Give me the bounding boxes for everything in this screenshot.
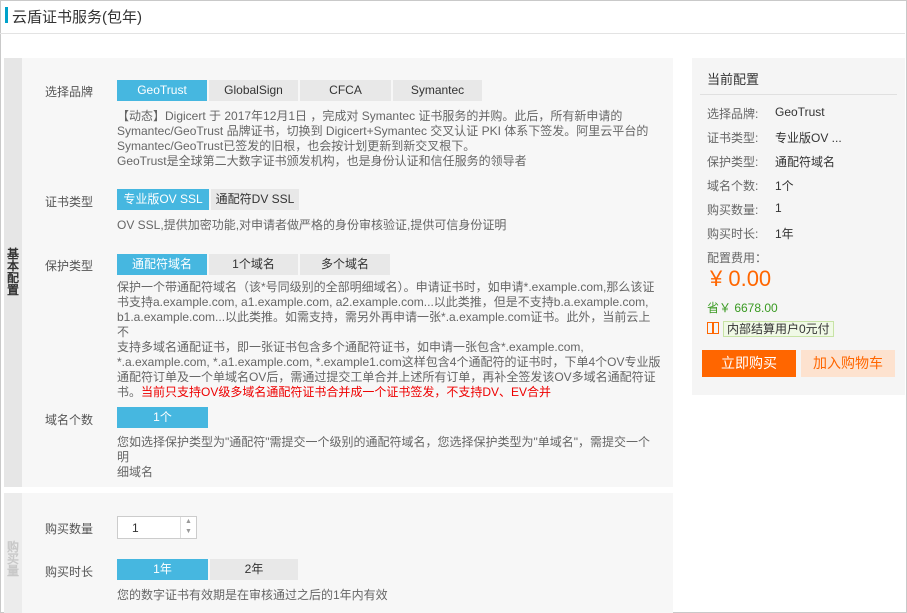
domain-count-label: 域名个数 [45, 413, 94, 427]
promo-text: 内部结算用户0元付 [723, 321, 834, 337]
protect-type-label: 保护类型 [45, 259, 94, 273]
domain-desc-line: 您如选择保护类型为"通配符"需提交一个级别的通配符域名，您选择保护类型为"单域名… [117, 435, 651, 464]
brand-description: 【动态】Digicert 于 2017年12月1日 ，完成对 Symantec … [117, 109, 662, 169]
quantity-arrows[interactable]: ▲ ▼ [180, 517, 196, 538]
summary-key-duration: 购买时长: [707, 227, 759, 241]
duration-description: 您的数字证书有效期是在审核通过之后的1年内有效 [117, 588, 388, 602]
cert-type-description: OV SSL,提供加密功能,对申请者做严格的身份审核验证,提供可信身份证明 [117, 218, 507, 232]
page-title: 云盾证书服务(包年) [12, 9, 142, 26]
gift-icon [707, 322, 719, 334]
section-tab-purchase-label: 购买量 [6, 540, 19, 578]
summary-key-protect-type: 保护类型: [707, 155, 759, 169]
summary-value-protect-type: 通配符域名 [775, 155, 836, 169]
summary-value-domain-count: 1个 [775, 179, 794, 193]
summary-title: 当前配置 [707, 72, 760, 87]
protect-option-wildcard[interactable]: 通配符域名 [117, 254, 207, 275]
summary-value-cert-type: 专业版OV ... [775, 131, 842, 145]
protect-desc-last-line: 书。当前只支持OV级多域名通配符证书合并成一个证书签发，不支持DV、EV合并 [117, 385, 662, 400]
summary-value-duration: 1年 [775, 227, 794, 241]
summary-key-brand: 选择品牌: [707, 107, 759, 121]
protect-option-multi[interactable]: 多个域名 [300, 254, 390, 275]
protect-desc-line: *.a.example.com, *.a1.example.com, *.exa… [117, 355, 661, 369]
section-tab-basic-label: 基本配置 [6, 247, 19, 297]
quantity-input[interactable] [118, 517, 180, 538]
brand-option-globalsign[interactable]: GlobalSign [209, 80, 298, 101]
summary-value-brand: GeoTrust [775, 105, 825, 119]
domain-count-description: 您如选择保护类型为"通配符"需提交一个级别的通配符域名，您选择保护类型为"单域名… [117, 435, 662, 480]
stepper-up-icon[interactable]: ▲ [181, 517, 196, 527]
duration-label: 购买时长 [45, 565, 94, 579]
cert-type-label: 证书类型 [45, 195, 94, 209]
brand-desc-line: Symantec/GeoTrust 品牌证书，切换到 Digicert+Syma… [117, 124, 649, 138]
brand-desc-line: Symantec/GeoTrust已签发的旧根，也会按计划更新到新交叉根下。 [117, 139, 476, 153]
protect-type-description: 保护一个带通配符域名（该*号同级别的全部明细域名）。申请证书时，如申请*.exa… [117, 280, 662, 400]
quantity-label: 购买数量 [45, 522, 94, 536]
domain-desc-line: 细域名 [117, 465, 154, 479]
page-header: 云盾证书服务(包年) [0, 0, 905, 34]
summary-value-quantity: 1 [775, 201, 782, 215]
section-tab-basic: 基本配置 [4, 58, 22, 487]
stepper-down-icon[interactable]: ▼ [181, 527, 196, 537]
protect-option-single[interactable]: 1个域名 [209, 254, 298, 275]
brand-option-geotrust[interactable]: GeoTrust [117, 80, 207, 101]
title-accent-bar [5, 7, 8, 23]
buy-now-button[interactable]: 立即购买 [702, 350, 796, 377]
brand-desc-line: GeoTrust是全球第二大数字证书颁发机构，也是身份认证和信任服务的领导者 [117, 154, 527, 168]
brand-desc-line: 【动态】Digicert 于 2017年12月1日 ，完成对 Symantec … [117, 109, 623, 123]
summary-key-cert-type: 证书类型: [707, 131, 759, 145]
section-tab-purchase: 购买量 [4, 493, 22, 613]
protect-desc-line: 支持多域名通配证书，即一张证书包含多个通配符证书，如申请一张包含*.exampl… [117, 340, 584, 354]
cert-type-option-dv[interactable]: 通配符DV SSL [211, 189, 299, 210]
protect-desc-line: 通配符订单及一个单域名OV后，需通过提交工单合并上述所有订单，再补全签发该OV多… [117, 370, 656, 384]
cert-type-option-ov[interactable]: 专业版OV SSL [117, 189, 209, 210]
savings-text: 省￥ 6678.00 [707, 301, 778, 315]
brand-label: 选择品牌 [45, 85, 94, 99]
protect-desc-line: b1.a.example.com...以此类推。如需支持，需另外再申请一张*.a… [117, 310, 651, 339]
duration-option-2y[interactable]: 2年 [210, 559, 298, 580]
protect-desc-line: 书支持a.example.com, a1.example.com, a2.exa… [117, 295, 649, 309]
add-to-cart-button[interactable]: 加入购物车 [801, 350, 895, 377]
price-value: ¥ 0.00 [710, 266, 772, 291]
duration-option-1y[interactable]: 1年 [117, 559, 208, 580]
protect-desc-line: 保护一个带通配符域名（该*号同级别的全部明细域名）。申请证书时，如申请*.exa… [117, 280, 655, 294]
quantity-stepper[interactable]: ▲ ▼ [117, 516, 197, 539]
summary-divider [700, 94, 897, 95]
summary-key-domain-count: 域名个数: [707, 179, 759, 193]
protect-desc-prefix: 书。 [117, 385, 142, 399]
brand-option-cfca[interactable]: CFCA [300, 80, 391, 101]
fee-label: 配置费用： [707, 251, 768, 265]
summary-key-quantity: 购买数量: [707, 203, 759, 217]
brand-option-symantec[interactable]: Symantec [393, 80, 482, 101]
domain-count-option-1[interactable]: 1个 [117, 407, 208, 428]
current-config-panel: 当前配置 选择品牌: GeoTrust 证书类型: 专业版OV ... 保护类型… [692, 58, 905, 395]
protect-desc-warning: 当前只支持OV级多域名通配符证书合并成一个证书签发，不支持DV、EV合并 [141, 385, 552, 399]
